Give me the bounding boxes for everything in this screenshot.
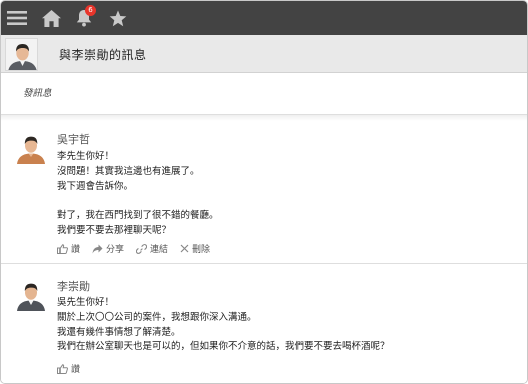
link-button[interactable]: 連結 [136,242,168,255]
menu-button[interactable] [5,1,29,35]
compose-message-area[interactable]: 發訊息 [1,73,527,121]
message-body: 吳先生你好！ 關於上次〇〇公司的案件，我想跟你深入溝通。 我還有幾件事情想了解清… [57,296,390,355]
message-line: 我們在辦公室聊天也是可以的，但如果你不介意的話，我們要不要去喝杯酒呢？ [57,341,390,353]
app-frame: 6 與李崇勛的訊息 發訊息 吳宇哲 李先生你好！ 沒問題！其實我這邊也有進展了。… [0,0,528,384]
delete-label: 刪除 [192,245,211,255]
link-label: 連結 [150,245,169,255]
sender-name[interactable]: 李崇勛 [57,278,90,294]
message-body: 李先生你好！ 沒問題！其實我這邊也有進展了。 我下週會告訴你。 對了，我在西門找… [57,150,219,239]
notification-badge: 6 [85,5,96,16]
share-button[interactable]: 分享 [92,242,124,255]
like-label: 讚 [71,245,81,255]
message-line: 李先生你好！ [57,151,115,162]
message-item: 李崇勛 吳先生你好！ 關於上次〇〇公司的案件，我想跟你深入溝通。 我還有幾件事情… [1,265,527,383]
message-line: 關於上次〇〇公司的案件，我想跟你深入溝通。 [57,311,257,323]
thumbs-up-icon [57,363,68,374]
like-button[interactable]: 讚 [57,242,80,255]
top-nav-bar: 6 [1,1,527,35]
message-line: 我還有幾件事情想了解清楚。 [57,326,181,338]
person-avatar-icon [15,279,47,311]
message-actions: 讚 分享 連結 刪除 [57,242,222,255]
conversation-title: 與李崇勛的訊息 [59,48,147,62]
conversation-header: 與李崇勛的訊息 [1,35,527,73]
message-line: 吳先生你好！ [57,297,115,308]
favorites-button[interactable] [106,1,130,35]
sender-avatar[interactable] [15,279,47,311]
message-line [57,194,219,209]
message-line: 我們要不要去那裡聊天呢？ [57,224,172,236]
menu-icon [7,11,27,25]
delete-button[interactable]: 刪除 [180,242,210,255]
star-icon [109,10,127,26]
close-icon [180,244,189,253]
sender-name[interactable]: 吳宇哲 [57,131,90,147]
message-line: 對了，我在西門找到了很不錯的餐廳。 [57,210,219,222]
message-line: 我下週會告訴你。 [57,180,134,192]
message-actions: 讚 [57,362,92,375]
person-avatar-icon [6,39,37,70]
like-label: 讚 [71,365,81,375]
message-line: 沒問題！其實我這邊也有進展了。 [57,165,200,177]
share-icon [92,244,103,253]
home-button[interactable] [39,1,63,35]
message-item: 吳宇哲 李先生你好！ 沒問題！其實我這邊也有進展了。 我下週會告訴你。 對了，我… [1,122,527,264]
home-icon [41,9,61,27]
thumbs-up-icon [57,243,68,254]
person-avatar-icon [15,132,47,164]
link-icon [136,243,148,254]
contact-avatar[interactable] [5,38,38,71]
sender-avatar[interactable] [15,132,47,164]
like-button[interactable]: 讚 [57,362,80,375]
share-label: 分享 [106,245,125,255]
compose-label[interactable]: 發訊息 [23,85,52,99]
